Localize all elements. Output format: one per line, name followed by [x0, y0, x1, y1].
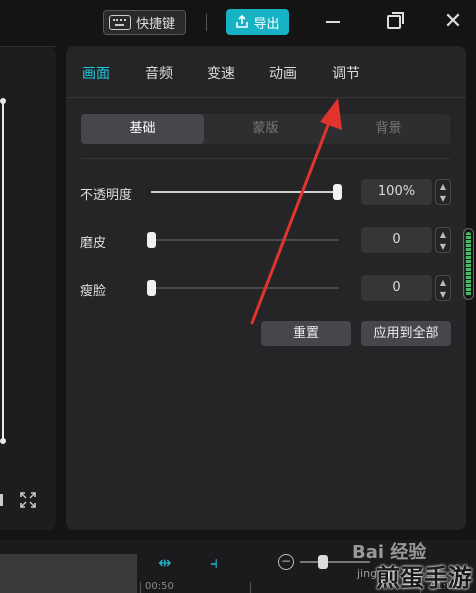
- ratio-icon[interactable]: [0, 494, 3, 506]
- zoom-out-icon[interactable]: −: [278, 554, 294, 570]
- stepper-down-icon[interactable]: ▼: [440, 194, 446, 203]
- close-icon: ✕: [443, 9, 463, 34]
- opacity-stepper[interactable]: ▲ ▼: [435, 179, 451, 205]
- close-button[interactable]: ✕: [442, 11, 464, 33]
- game-site-watermark: 煎蛋手游: [376, 564, 472, 592]
- tab-adjust[interactable]: 调节: [332, 63, 360, 83]
- opacity-slider-fill: [151, 191, 339, 193]
- split-icon[interactable]: ⫞: [203, 553, 225, 573]
- slim-face-label: 瘦脸: [80, 284, 107, 299]
- video-preview[interactable]: [0, 46, 56, 530]
- export-icon: [236, 15, 249, 28]
- opacity-slider[interactable]: [151, 184, 342, 200]
- stepper-down-icon[interactable]: ▼: [440, 242, 446, 251]
- tab-audio[interactable]: 音频: [145, 63, 173, 83]
- minimize-button[interactable]: [322, 11, 344, 33]
- minimize-icon: [326, 21, 340, 23]
- crop-handle-top[interactable]: [0, 98, 6, 104]
- slim-face-slider[interactable]: [147, 280, 339, 296]
- tab-picture[interactable]: 画面: [82, 63, 110, 83]
- tab-animation[interactable]: 动画: [269, 63, 297, 83]
- time-label-1: 00:50: [145, 581, 174, 592]
- slim-face-stepper[interactable]: ▲ ▼: [435, 275, 451, 301]
- subtab-background[interactable]: 背景: [327, 114, 450, 144]
- smoothing-slider-thumb[interactable]: [147, 232, 156, 248]
- subtab-basic[interactable]: 基础: [81, 114, 204, 144]
- inspector-tabs: 画面 音频 变速 动画 调节: [66, 46, 466, 98]
- timeline-clip-area[interactable]: [0, 554, 137, 593]
- opacity-value-field[interactable]: 100%: [361, 179, 432, 205]
- smoothing-stepper[interactable]: ▲ ▼: [435, 227, 451, 253]
- export-button[interactable]: 导出: [226, 9, 289, 35]
- crop-handle-bottom[interactable]: [0, 438, 6, 444]
- fullscreen-icon[interactable]: [20, 492, 36, 508]
- maximize-button[interactable]: [383, 11, 405, 33]
- zoom-slider-thumb[interactable]: [318, 555, 328, 569]
- ruler-tick: [140, 582, 141, 593]
- ruler-tick: [250, 582, 251, 593]
- export-label: 导出: [253, 16, 280, 32]
- slim-face-value-field[interactable]: 0: [361, 275, 432, 301]
- crop-edge[interactable]: [2, 101, 4, 443]
- stepper-up-icon[interactable]: ▲: [440, 230, 446, 239]
- maximize-icon: [387, 12, 404, 29]
- slim-face-slider-thumb[interactable]: [147, 280, 156, 296]
- smoothing-value-field[interactable]: 0: [361, 227, 432, 253]
- apply-to-all-button[interactable]: 应用到全部: [361, 321, 451, 346]
- section-divider: [81, 158, 450, 159]
- reset-button[interactable]: 重置: [261, 321, 351, 346]
- smoothing-slider[interactable]: [147, 232, 339, 248]
- shortcut-button[interactable]: 快捷键: [103, 10, 186, 35]
- stepper-up-icon[interactable]: ▲: [440, 278, 446, 287]
- snap-icon[interactable]: ⇹: [154, 553, 176, 573]
- audio-level-meter: [463, 228, 474, 300]
- toolbar-divider: [206, 14, 207, 31]
- preview-header-divider: [0, 46, 56, 47]
- opacity-label: 不透明度: [80, 188, 133, 203]
- keyboard-icon: [109, 15, 131, 30]
- title-bar: 快捷键 导出 ✕: [0, 0, 476, 44]
- shortcut-label: 快捷键: [136, 17, 176, 32]
- stepper-up-icon[interactable]: ▲: [440, 182, 446, 191]
- stepper-down-icon[interactable]: ▼: [440, 290, 446, 299]
- opacity-slider-thumb[interactable]: [333, 184, 342, 200]
- audio-level-fill: [466, 232, 471, 296]
- tab-speed[interactable]: 变速: [207, 63, 235, 83]
- picture-subtabs: 基础 蒙版 背景: [81, 114, 450, 144]
- smoothing-label: 磨皮: [80, 236, 107, 251]
- subtab-mask[interactable]: 蒙版: [204, 114, 327, 144]
- inspector-panel: 画面 音频 变速 动画 调节 基础 蒙版 背景 不透明度 100% ▲ ▼ 磨皮…: [66, 46, 466, 530]
